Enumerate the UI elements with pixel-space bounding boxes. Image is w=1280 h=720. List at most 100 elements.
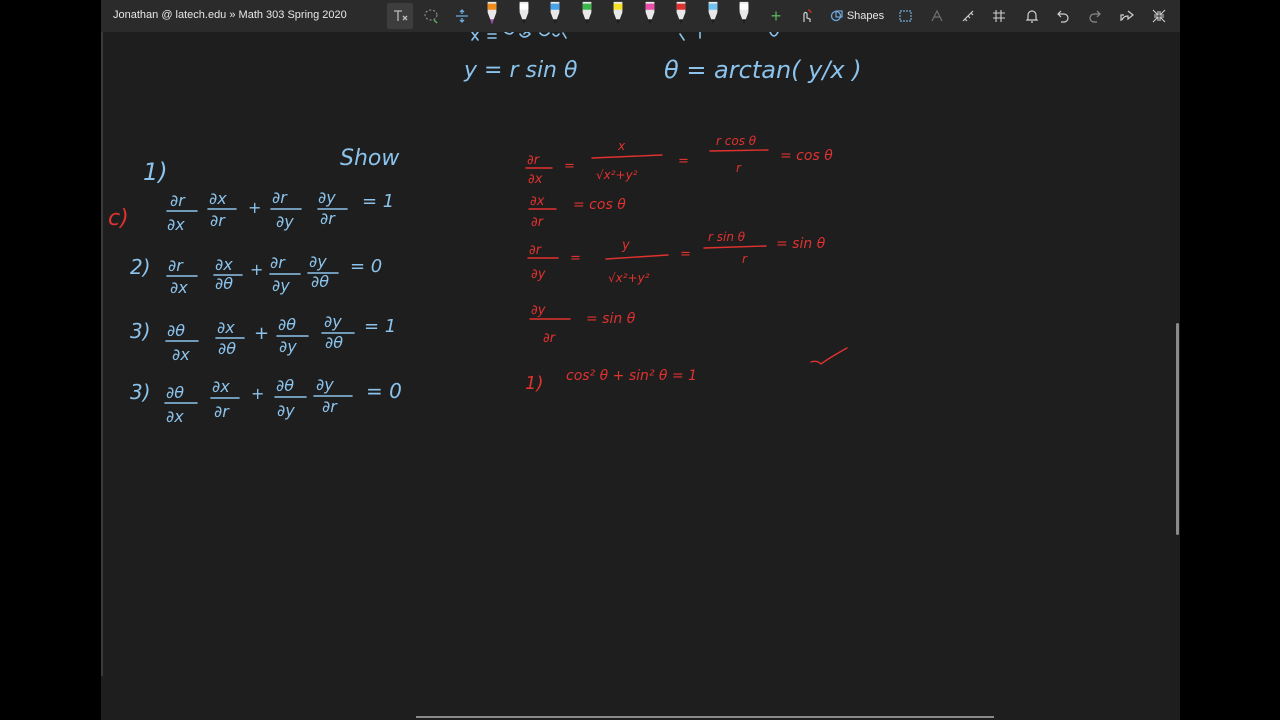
vertical-scrollbar[interactable] [1176,323,1179,535]
share-icon[interactable] [1116,3,1138,29]
pen-green-icon[interactable] [580,0,594,30]
svg-text:= sin θ: = sin θ [776,236,826,252]
redo-icon[interactable] [1084,3,1106,29]
svg-text:∂r: ∂r [529,243,543,258]
pen-white-1-icon[interactable] [517,0,531,30]
svg-text:+: + [251,384,264,403]
svg-text:r cos θ: r cos θ [716,134,757,148]
svg-text:∂θ: ∂θ [278,315,296,334]
add-space-icon[interactable] [450,3,474,29]
svg-text:∂y: ∂y [531,267,546,282]
svg-text:∂y: ∂y [309,252,327,271]
shapes-icon [830,10,843,22]
svg-text:= 0: = 0 [366,379,402,403]
svg-text:∂θ: ∂θ [276,376,294,395]
notebook-canvas[interactable]: y = r sin θ θ = arctan( y/x ) 1) Show c)… [101,0,1180,720]
svg-text:3): 3) [130,319,151,343]
svg-text:= cos θ: = cos θ [573,197,626,213]
svg-text:x: x [617,139,626,153]
pen-blue-icon[interactable] [548,0,562,30]
svg-text:∂x: ∂x [167,215,185,234]
svg-text:= 1: = 1 [364,316,396,337]
svg-text:∂r: ∂r [272,188,288,207]
red-line-1: ∂r ∂x = x √x²+y² = r cos θ r = cos θ [525,134,833,187]
svg-text:∂y: ∂y [316,375,334,394]
handwritten-ink: y = r sin θ θ = arctan( y/x ) 1) Show c)… [108,31,862,426]
grid-icon[interactable] [988,3,1010,29]
pen-red-icon[interactable] [674,0,688,30]
pen-white-2-icon[interactable] [737,0,751,30]
svg-text:= cos θ: = cos θ [780,148,833,164]
svg-text:∂x: ∂x [212,377,230,396]
eq-theta-arctan: θ = arctan( y/x ) [664,56,862,84]
equation-1: ∂r ∂x ∂x ∂r + ∂r ∂y ∂y ∂r = 1 [166,188,394,234]
collapse-icon[interactable] [1148,3,1170,29]
svg-text:∂r: ∂r [168,256,184,275]
svg-text:∂x: ∂x [217,318,235,337]
svg-text:∂r: ∂r [527,153,541,168]
svg-text:= 1: = 1 [362,191,394,212]
problem-label: 1) [143,158,168,186]
highlighter-yellow-icon[interactable] [611,0,625,30]
svg-text:∂θ: ∂θ [166,383,184,402]
svg-text:∂x: ∂x [172,345,190,364]
svg-text:∂y: ∂y [318,188,336,207]
breadcrumb[interactable]: Jonathan @ latech.edu » Math 303 Spring … [113,9,347,21]
svg-text:∂θ: ∂θ [215,274,233,293]
svg-text:y: y [621,238,630,253]
svg-text:= 0: = 0 [350,256,382,277]
svg-text:√x²+y²: √x²+y² [608,271,650,285]
shapes-label: Shapes [846,10,885,22]
svg-text:∂x: ∂x [170,278,188,297]
circle-c-mark: c) [108,206,129,231]
pen-lightblue-icon[interactable] [706,0,720,30]
svg-text:r sin θ: r sin θ [708,230,746,244]
red-line-4: ∂y ∂r = sin θ [529,303,636,346]
shapes-button[interactable]: Shapes [829,3,885,29]
svg-text:∂y: ∂y [272,276,290,295]
equation-4: 3) ∂θ ∂x ∂x ∂r + ∂θ ∂y ∂y ∂r = 0 [130,375,402,426]
svg-text:∂x: ∂x [166,407,184,426]
svg-text:∂x: ∂x [215,255,233,274]
equation-2: 2) ∂r ∂x ∂x ∂θ + ∂r ∂y ∂y ∂θ = 0 [130,252,382,297]
svg-text:∂y: ∂y [324,312,342,331]
svg-text:∂r: ∂r [214,402,230,421]
svg-text:=: = [678,154,689,169]
red-line-3: ∂r ∂y = y √x²+y² = r sin θ r = sin θ [527,230,826,285]
svg-text:∂r: ∂r [320,209,336,228]
svg-text:∂θ: ∂θ [218,339,236,358]
svg-text:∂y: ∂y [276,212,294,231]
svg-text:r: r [742,252,748,266]
red-result: 1) cos² θ + sin² θ = 1 [525,347,848,394]
lasso-text-icon[interactable] [387,3,413,29]
checkmark [810,347,848,365]
undo-icon[interactable] [1052,3,1074,29]
svg-text:=: = [680,247,691,262]
pen-orange-icon[interactable] [485,0,499,30]
svg-text:∂r: ∂r [170,191,186,210]
lasso-select-icon[interactable] [419,3,443,29]
svg-text:=: = [564,159,575,174]
red-line-2: ∂x ∂r = cos θ [528,194,626,230]
svg-text:∂θ: ∂θ [311,272,329,291]
ink-to-shape-icon[interactable] [895,3,917,29]
ruler-icon[interactable] [957,3,979,29]
pen-pink-icon[interactable] [643,0,657,30]
svg-text:∂r: ∂r [270,253,286,272]
svg-text:∂θ: ∂θ [325,333,343,352]
svg-text:3): 3) [130,380,151,404]
horizontal-scrollbar[interactable] [416,716,994,718]
svg-text:∂r: ∂r [322,397,338,416]
notification-bell-icon[interactable] [1021,3,1043,29]
svg-text:∂r: ∂r [210,211,226,230]
touch-draw-icon[interactable] [795,3,817,29]
svg-text:+: + [248,198,261,217]
svg-text:∂x: ∂x [530,194,545,209]
ink-to-math-icon[interactable] [926,3,948,29]
svg-text:+: + [250,260,263,279]
svg-text:=: = [570,251,581,266]
add-pen-icon[interactable]: + [767,3,785,29]
svg-text:∂r: ∂r [543,331,557,346]
svg-text:2): 2) [130,255,151,279]
svg-text:1): 1) [525,373,543,394]
